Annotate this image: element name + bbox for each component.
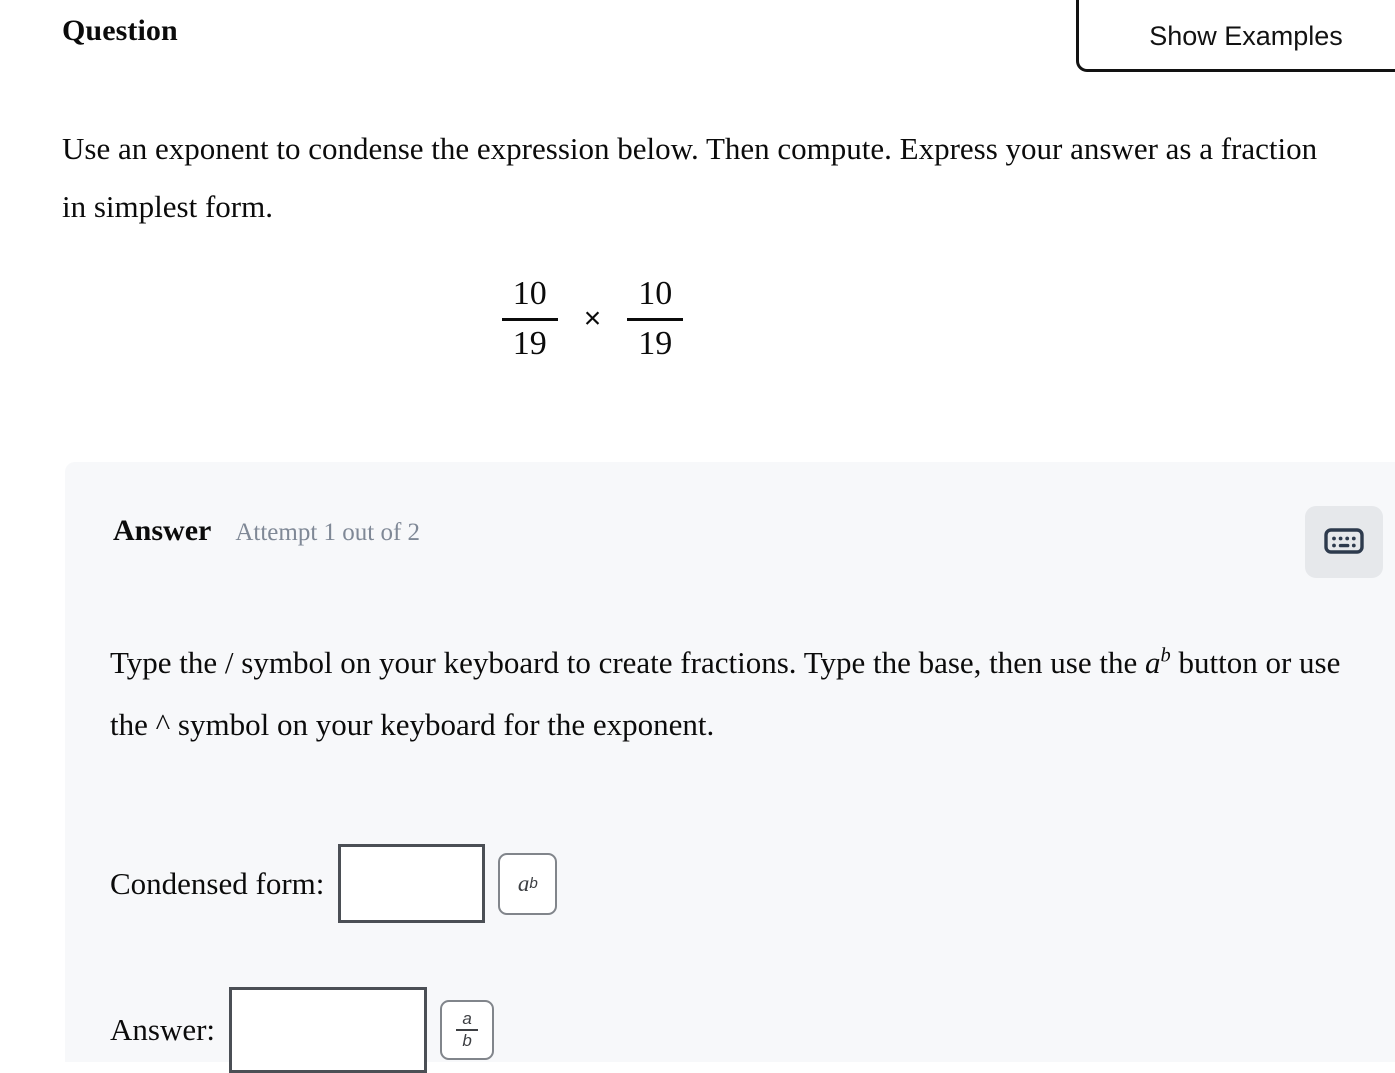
answer-field-label: Answer: <box>110 1012 216 1047</box>
show-examples-button[interactable]: Show Examples <box>1076 0 1395 72</box>
condensed-form-input[interactable] <box>338 844 486 923</box>
fraction-button[interactable]: a b <box>440 1000 495 1060</box>
answer-panel: Answer Attempt 1 out of 2 Type the / sym… <box>65 462 1395 1073</box>
fraction-left-denominator: 19 <box>512 324 547 362</box>
keyboard-toggle-button[interactable] <box>1305 506 1383 578</box>
answer-field-input[interactable] <box>229 987 428 1073</box>
keyboard-icon <box>1324 527 1364 558</box>
fraction-right: 10 19 <box>627 275 684 362</box>
page-header: Question Show Examples <box>0 0 1395 76</box>
answer-heading: Answer <box>113 514 212 547</box>
fraction-button-glyph: a b <box>456 1009 479 1050</box>
fraction-button-denominator: b <box>462 1031 472 1050</box>
answer-header: Answer Attempt 1 out of 2 <box>113 514 420 548</box>
show-examples-label: Show Examples <box>1149 21 1343 51</box>
condensed-form-label: Condensed form: <box>110 865 325 901</box>
condensed-form-row: Condensed form: ab <box>110 844 558 923</box>
instructions-variable-a: a <box>1145 645 1161 680</box>
fraction-right-numerator: 10 <box>638 275 673 312</box>
page-title: Question <box>62 14 178 47</box>
multiplication-operator: × <box>583 302 602 336</box>
instructions-exponent-b: b <box>1160 644 1171 667</box>
fraction-left-bar <box>501 317 558 321</box>
fraction-right-bar <box>627 317 684 321</box>
math-expression: 10 19 × 10 19 <box>0 275 1185 362</box>
question-prompt: Use an exponent to condense the expressi… <box>62 131 1318 224</box>
answer-instructions: Type the / symbol on your keyboard to cr… <box>110 632 1380 756</box>
fraction-left-numerator: 10 <box>512 275 547 312</box>
answer-value-row: Answer: a b <box>110 987 495 1073</box>
exponent-button[interactable]: ab <box>498 852 558 915</box>
instructions-text-part1: Type the / symbol on your keyboard to cr… <box>110 645 1146 680</box>
fraction-button-numerator: a <box>462 1009 472 1029</box>
fraction-right-denominator: 19 <box>638 324 673 362</box>
fraction-left: 10 19 <box>501 275 558 362</box>
attempt-counter: Attempt 1 out of 2 <box>235 519 421 546</box>
exponent-button-base: a <box>517 870 530 896</box>
